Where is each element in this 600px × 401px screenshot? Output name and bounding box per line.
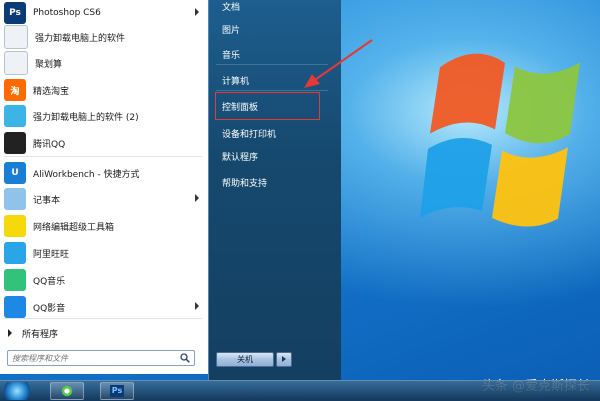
start-orb-button[interactable] — [2, 382, 32, 400]
places-separator — [216, 90, 328, 91]
program-label: 精选淘宝 — [33, 86, 70, 97]
place-item[interactable]: 控制面板 — [222, 100, 258, 113]
program-item[interactable]: 网络编辑超级工具箱 — [0, 213, 207, 239]
program-label: 强力卸载电脑上的软件 (2) — [33, 112, 139, 123]
program-label: 强力卸载电脑上的软件 — [35, 33, 126, 44]
all-programs-arrow-icon — [8, 329, 12, 337]
pinwheel-icon — [4, 105, 26, 127]
windows-logo — [420, 53, 580, 227]
program-label: 记事本 — [33, 195, 61, 206]
submenu-arrow-icon — [195, 194, 199, 202]
photoshop-taskbar-icon: Ps — [110, 385, 124, 397]
program-item[interactable]: QQ音乐 — [0, 267, 207, 293]
ie-icon[interactable] — [50, 382, 84, 400]
place-item[interactable]: 设备和打印机 — [222, 127, 276, 140]
program-item[interactable]: 强力卸载电脑上的软件 (2) — [0, 103, 207, 129]
program-item[interactable]: 记事本 — [0, 186, 207, 212]
annotation-arrow-icon — [304, 39, 373, 88]
logo-yellow-pane — [492, 147, 568, 227]
program-label: 聚划算 — [35, 59, 63, 70]
logo-red-pane — [430, 53, 505, 134]
start-menu: 所有程序 关机 PsPhotoshop CS6强力卸载电脑上的软件聚划算淘精选淘… — [0, 0, 373, 380]
place-item[interactable]: 帮助和支持 — [222, 176, 267, 189]
place-item[interactable]: 文档 — [222, 0, 240, 13]
photoshop-taskbar-button[interactable]: Ps — [100, 382, 134, 400]
program-item[interactable]: QQ影音 — [0, 294, 207, 320]
program-label: Photoshop CS6 — [33, 8, 101, 18]
logo-green-pane — [505, 62, 580, 144]
program-item[interactable]: 淘精选淘宝 — [0, 77, 207, 103]
qq-player-icon — [4, 296, 26, 318]
program-label: 腾讯QQ — [33, 139, 66, 150]
document-icon — [4, 25, 28, 49]
qq-music-icon — [4, 269, 26, 291]
program-item[interactable]: 阿里旺旺 — [0, 240, 207, 266]
aliworkbench-icon: U — [4, 162, 26, 184]
taobao-icon: 淘 — [4, 79, 26, 101]
search-box[interactable] — [7, 350, 195, 366]
places-separator — [216, 64, 328, 65]
toolbox-icon — [4, 215, 26, 237]
taskbar: Ps — [0, 380, 600, 401]
logo-blue-pane — [420, 138, 492, 218]
place-item[interactable]: 音乐 — [222, 48, 240, 61]
program-label: 网络编辑超级工具箱 — [33, 222, 115, 233]
shutdown-options-button[interactable] — [276, 352, 292, 367]
program-label: 阿里旺旺 — [33, 249, 70, 260]
qq-penguin-icon — [4, 132, 26, 154]
program-label: QQ音乐 — [33, 276, 66, 287]
program-label: QQ影音 — [33, 303, 66, 314]
program-item[interactable]: 聚划算 — [0, 50, 207, 76]
search-input[interactable] — [12, 352, 172, 364]
search-icon[interactable] — [180, 353, 190, 363]
place-item[interactable]: 图片 — [222, 23, 240, 36]
program-item[interactable]: U AliWorkbench - 快捷方式 — [0, 160, 207, 186]
place-item[interactable]: 默认程序 — [222, 150, 258, 163]
program-item[interactable]: Ps Photoshop CS6 — [0, 0, 207, 26]
program-label: AliWorkbench - 快捷方式 — [33, 169, 140, 180]
menu-separator — [4, 318, 202, 319]
notepad-icon — [4, 188, 26, 210]
aliwangwang-icon — [4, 242, 26, 264]
photoshop-icon: Ps — [4, 2, 26, 24]
program-item[interactable]: 强力卸载电脑上的软件 — [0, 24, 207, 50]
submenu-arrow-icon — [195, 302, 199, 310]
document-icon — [4, 51, 28, 75]
place-item[interactable]: 计算机 — [222, 74, 249, 87]
program-item[interactable]: 腾讯QQ — [0, 130, 207, 156]
shutdown-button[interactable]: 关机 — [216, 352, 274, 367]
all-programs-label: 所有程序 — [22, 329, 59, 340]
all-programs-button[interactable]: 所有程序 — [0, 322, 207, 344]
menu-separator — [4, 156, 202, 157]
submenu-arrow-icon — [195, 8, 199, 16]
